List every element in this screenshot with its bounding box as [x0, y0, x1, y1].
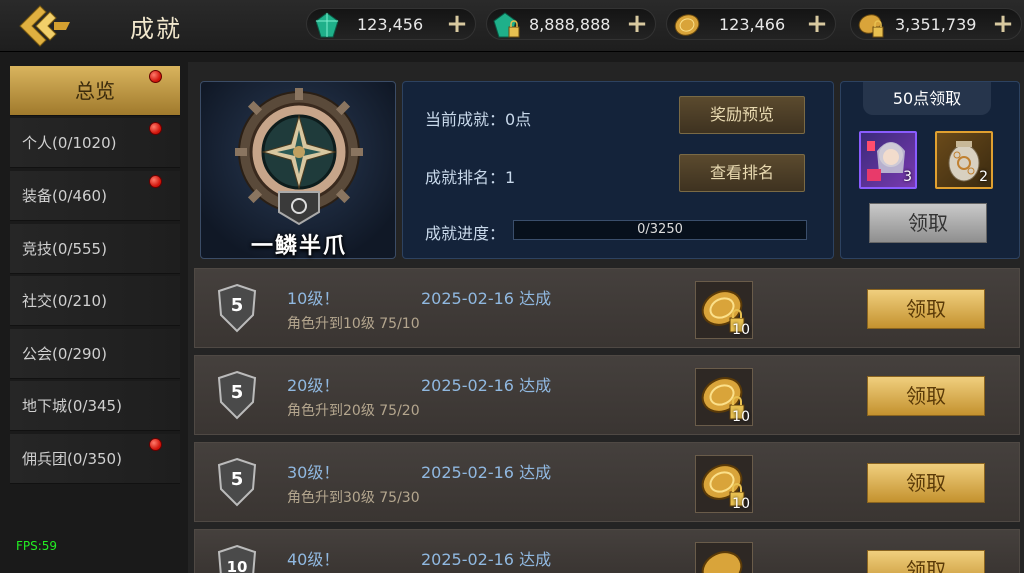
- claim-button[interactable]: 领取: [867, 289, 985, 329]
- sidebar-item-label: 竞技(0/555): [22, 240, 107, 258]
- fps-counter: FPS:59: [16, 539, 58, 553]
- sidebar-item-label: 佣兵团(0/350): [22, 450, 122, 468]
- sidebar-item-label: 装备(0/460): [22, 187, 107, 205]
- back-logo-icon[interactable]: [14, 4, 74, 48]
- locked-gold-coin-icon: [701, 551, 743, 573]
- page-title: 成就: [130, 15, 182, 43]
- category-sidebar: 总览 个人(0/1020) 装备(0/460) 竞技(0/555) 社交(0/2…: [0, 52, 188, 573]
- reward-count: 10: [732, 322, 750, 338]
- reward-item[interactable]: 10: [695, 281, 753, 339]
- reward-preview-button[interactable]: 奖励预览: [679, 96, 805, 134]
- notification-dot: [149, 438, 162, 451]
- milestone-header: 50点领取: [863, 82, 991, 115]
- achievement-desc: 角色升到20级 75/20: [287, 403, 420, 419]
- item-count: 2: [979, 169, 988, 185]
- reward-item[interactable]: 10: [695, 368, 753, 426]
- currency-locked-gold-coin: 3,351,739 +: [850, 8, 1022, 40]
- gold-coin-icon: [673, 11, 701, 39]
- sidebar-item-personal[interactable]: 个人(0/1020): [10, 118, 180, 168]
- reward-count: 10: [732, 496, 750, 512]
- sidebar-item-label: 个人(0/1020): [22, 134, 117, 152]
- currency-value: 8,888,888: [529, 15, 611, 34]
- achievement-desc: 角色升到10级 75/10: [287, 316, 420, 332]
- locked-green-gem-icon: [493, 11, 521, 39]
- currency-locked-green-gem: 8,888,888 +: [486, 8, 656, 40]
- badge-number: 10: [226, 558, 248, 573]
- claim-button[interactable]: 领取: [867, 550, 985, 573]
- milestone-claim-button[interactable]: 领取: [869, 203, 987, 243]
- sidebar-item-social[interactable]: 社交(0/210): [10, 276, 180, 326]
- achievement-title: 20级！: [287, 376, 340, 395]
- currency-value: 3,351,739: [895, 15, 977, 34]
- milestone-reward-panel: 50点领取 3 2 领取: [840, 81, 1020, 259]
- achievement-row: 5 10级！ 2025-02-16 达成 角色升到10级 75/10 10 领取: [194, 268, 1020, 348]
- rank-emblem-panel: 一鳞半爪: [200, 81, 396, 259]
- reward-item[interactable]: 10: [695, 455, 753, 513]
- achievement-row: 5 30级！ 2025-02-16 达成 角色升到30级 75/30 10 领取: [194, 442, 1020, 522]
- rank-title: 一鳞半爪: [250, 234, 347, 259]
- milestone-item[interactable]: 2: [935, 131, 993, 189]
- milestone-item[interactable]: 3: [859, 131, 917, 189]
- achievement-date: 2025-02-16 达成: [421, 376, 552, 395]
- notification-dot: [149, 175, 162, 188]
- sidebar-item-dungeon[interactable]: 地下城(0/345): [10, 381, 180, 431]
- achievement-date: 2025-02-16 达成: [421, 463, 552, 482]
- add-currency-button[interactable]: +: [623, 10, 651, 38]
- currency-green-gem: 123,456 +: [306, 8, 476, 40]
- notification-dot: [149, 70, 162, 83]
- sidebar-item-label: 社交(0/210): [22, 292, 107, 310]
- sidebar-item-label: 公会(0/290): [22, 345, 107, 363]
- progress-text: 0/3250: [637, 222, 683, 237]
- locked-gold-coin-icon: [857, 11, 885, 39]
- currency-value: 123,456: [357, 15, 424, 34]
- achievement-row: 5 20级！ 2025-02-16 达成 角色升到20级 75/20 10 领取: [194, 355, 1020, 435]
- sidebar-item-overview[interactable]: 总览: [10, 66, 180, 116]
- item-count: 3: [903, 169, 912, 185]
- claim-button[interactable]: 领取: [867, 376, 985, 416]
- green-gem-icon: [313, 11, 341, 39]
- achievement-progress-bar: 0/3250: [513, 220, 807, 240]
- add-currency-button[interactable]: +: [803, 10, 831, 38]
- currency-value: 123,466: [719, 15, 786, 34]
- badge-number: 5: [230, 382, 244, 403]
- sidebar-item-mercenary[interactable]: 佣兵团(0/350): [10, 434, 180, 484]
- progress-label: 成就进度：: [425, 224, 506, 243]
- achievement-date: 2025-02-16 达成: [421, 550, 552, 569]
- achievement-info-panel: 当前成就：0点 成就排名：1 成就进度： 奖励预览 查看排名 0/3250: [402, 81, 834, 259]
- top-bar: 成就 123,456 + 8,888,888 + 123,466 + 3,351…: [0, 0, 1024, 52]
- reward-count: 10: [732, 409, 750, 425]
- sidebar-item-guild[interactable]: 公会(0/290): [10, 329, 180, 379]
- sidebar-item-label: 地下城(0/345): [22, 397, 122, 415]
- view-ranking-button[interactable]: 查看排名: [679, 154, 805, 192]
- achievement-title: 40级！: [287, 550, 340, 569]
- badge-number: 5: [230, 469, 244, 490]
- add-currency-button[interactable]: +: [989, 10, 1017, 38]
- achievement-title: 30级！: [287, 463, 340, 482]
- currency-gold-coin: 123,466 +: [666, 8, 836, 40]
- add-currency-button[interactable]: +: [443, 10, 471, 38]
- badge-number: 5: [230, 295, 244, 316]
- achievement-title: 10级！: [287, 289, 340, 308]
- ranking-label: 成就排名：1: [425, 168, 516, 187]
- current-points-label: 当前成就：0点: [425, 110, 532, 129]
- reward-item[interactable]: [695, 542, 753, 573]
- claim-button[interactable]: 领取: [867, 463, 985, 503]
- notification-dot: [149, 122, 162, 135]
- achievement-date: 2025-02-16 达成: [421, 289, 552, 308]
- achievement-desc: 角色升到30级 75/30: [287, 490, 420, 506]
- sidebar-item-equipment[interactable]: 装备(0/460): [10, 171, 180, 221]
- sidebar-item-label: 总览: [75, 79, 115, 103]
- sidebar-item-arena[interactable]: 竞技(0/555): [10, 224, 180, 274]
- achievement-row: 10 40级！ 2025-02-16 达成 领取: [194, 529, 1020, 573]
